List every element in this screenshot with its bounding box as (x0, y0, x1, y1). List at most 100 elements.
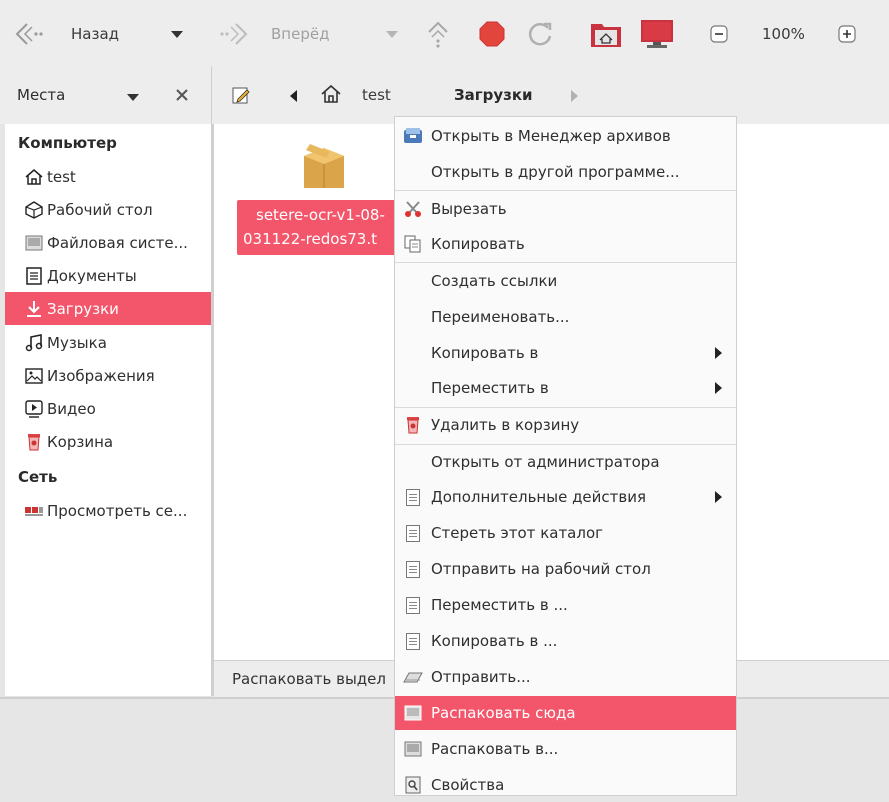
send-icon (402, 666, 424, 688)
zoom-out-button[interactable] (710, 18, 728, 50)
home-button[interactable] (590, 18, 622, 50)
menu-separator (395, 190, 736, 191)
sidebar-item-documents[interactable]: Документы (5, 259, 211, 292)
path-scroll-left[interactable] (290, 90, 297, 102)
reload-icon (528, 22, 552, 46)
menu-move-to-trash[interactable]: Удалить в корзину (395, 408, 736, 442)
menu-item-label: Переместить в ... (431, 596, 568, 614)
zoom-in-button[interactable] (838, 18, 856, 50)
crumb-test[interactable]: test (362, 86, 391, 104)
forward-arrow-icon (220, 23, 248, 45)
back-label: Назад (71, 25, 120, 43)
menu-create-links[interactable]: Создать ссылки (395, 264, 736, 298)
sidebar-item-pictures[interactable]: Изображения (5, 359, 211, 392)
sidebar-item-label: Рабочий стол (47, 200, 153, 219)
forward-button[interactable]: Вперёд (219, 18, 329, 50)
menu-move-to-dots[interactable]: Переместить в ... (395, 588, 736, 622)
sidebar-item-label: Просмотреть се... (47, 501, 188, 520)
extract-icon (402, 702, 424, 724)
sidebar-item-label: Корзина (47, 432, 114, 451)
sidebar-item-desktop[interactable]: Рабочий стол (5, 193, 211, 226)
menu-copy[interactable]: Копировать (395, 227, 736, 261)
menu-open-with-other[interactable]: Открыть в другой программе... (395, 155, 736, 189)
menu-cut[interactable]: Вырезать (395, 192, 736, 226)
sidebar-item-filesystem[interactable]: Файловая систе... (5, 226, 211, 259)
drive-icon (23, 232, 45, 254)
sidebar-item-label: Документы (47, 266, 137, 285)
menu-extract-to[interactable]: Распаковать в... (395, 732, 736, 766)
menu-item-label: Открыть в Менеджер архивов (431, 127, 671, 145)
menu-send-to-desktop[interactable]: Отправить на рабочий стол (395, 552, 736, 586)
menu-wipe-directory[interactable]: Стереть этот каталог (395, 516, 736, 550)
menu-move-to[interactable]: Переместить в (395, 371, 736, 405)
sidebar-item-label: Загрузки (47, 299, 119, 318)
menu-additional-actions[interactable]: Дополнительные действия (395, 480, 736, 514)
sidebar-item-downloads[interactable]: Загрузки (5, 292, 211, 325)
zoom-level-text: 100% (762, 25, 805, 43)
menu-copy-to[interactable]: Копировать в (395, 336, 736, 370)
home-icon (321, 84, 341, 103)
extract-icon (402, 738, 424, 760)
reload-button[interactable] (526, 18, 554, 50)
chevron-down-icon (386, 30, 398, 38)
sidebar-item-trash[interactable]: Корзина (5, 425, 211, 458)
menu-item-label: Удалить в корзину (431, 416, 580, 434)
sidebar-item-browse-network[interactable]: Просмотреть се... (5, 494, 211, 527)
crumb-downloads[interactable]: Загрузки (454, 86, 533, 104)
divider (211, 66, 212, 124)
archive-file[interactable] (300, 140, 348, 198)
trash-icon (23, 431, 45, 453)
menu-rename[interactable]: Переименовать... (395, 300, 736, 334)
menu-copy-to-dots[interactable]: Копировать в ... (395, 624, 736, 658)
menu-send[interactable]: Отправить... (395, 660, 736, 694)
document-icon (402, 630, 424, 652)
video-icon (23, 398, 45, 420)
path-scroll-right[interactable] (571, 90, 578, 102)
menu-item-label: Переместить в (431, 379, 549, 397)
computer-button[interactable] (640, 18, 674, 50)
up-button[interactable] (426, 18, 450, 50)
chevron-down-icon (127, 94, 139, 101)
menu-open-archive-manager[interactable]: Открыть в Менеджер архивов (395, 119, 736, 153)
file-name-line1: setere-ocr-v1-08- (256, 206, 385, 224)
menu-item-label: Вырезать (431, 200, 507, 218)
pictures-icon (23, 365, 45, 387)
menu-item-label: Открыть в другой программе... (431, 163, 680, 181)
back-arrow-icon (15, 23, 43, 45)
crumb-home-icon-wrap[interactable] (320, 84, 342, 108)
back-history-dropdown[interactable] (171, 18, 183, 50)
menu-extract-here[interactable]: Распаковать сюда (395, 696, 736, 730)
menu-item-label: Дополнительные действия (431, 488, 647, 506)
copy-icon (402, 233, 424, 255)
sidebar-item-video[interactable]: Видео (5, 392, 211, 425)
properties-icon (402, 774, 424, 796)
menu-item-label: Копировать в ... (431, 632, 558, 650)
places-label: Места (17, 86, 66, 104)
stop-button[interactable] (478, 18, 506, 50)
menu-item-label: Копировать (431, 235, 525, 253)
places-dropdown[interactable] (127, 94, 139, 101)
menu-separator (395, 262, 736, 263)
zoom-in-icon (838, 25, 856, 43)
back-button[interactable]: Назад (14, 18, 119, 50)
sidebar-item-music[interactable]: Музыка (5, 326, 211, 359)
forward-history-dropdown[interactable] (386, 18, 398, 50)
chevron-down-icon (171, 30, 183, 38)
sidebar-item-label: Музыка (47, 333, 107, 352)
menu-item-label: Распаковать в... (431, 740, 559, 758)
menu-item-label: Отправить на рабочий стол (431, 560, 651, 578)
sidebar-item-label: Файловая систе... (47, 233, 188, 252)
computer-icon (641, 20, 673, 48)
download-icon (23, 298, 45, 320)
sidebar-item-label: Изображения (47, 366, 155, 385)
archive-manager-icon (402, 125, 424, 147)
menu-properties[interactable]: Свойства (395, 768, 736, 802)
sidebar-item-home[interactable]: test (5, 160, 211, 193)
menu-open-as-admin[interactable]: Открыть от администратора (395, 445, 736, 479)
edit-location-button[interactable] (232, 86, 250, 108)
desktop-icon (23, 199, 45, 221)
document-icon (402, 522, 424, 544)
close-sidebar-button[interactable] (175, 88, 189, 106)
home-folder-icon (591, 24, 621, 47)
menu-item-label: Создать ссылки (431, 272, 558, 290)
